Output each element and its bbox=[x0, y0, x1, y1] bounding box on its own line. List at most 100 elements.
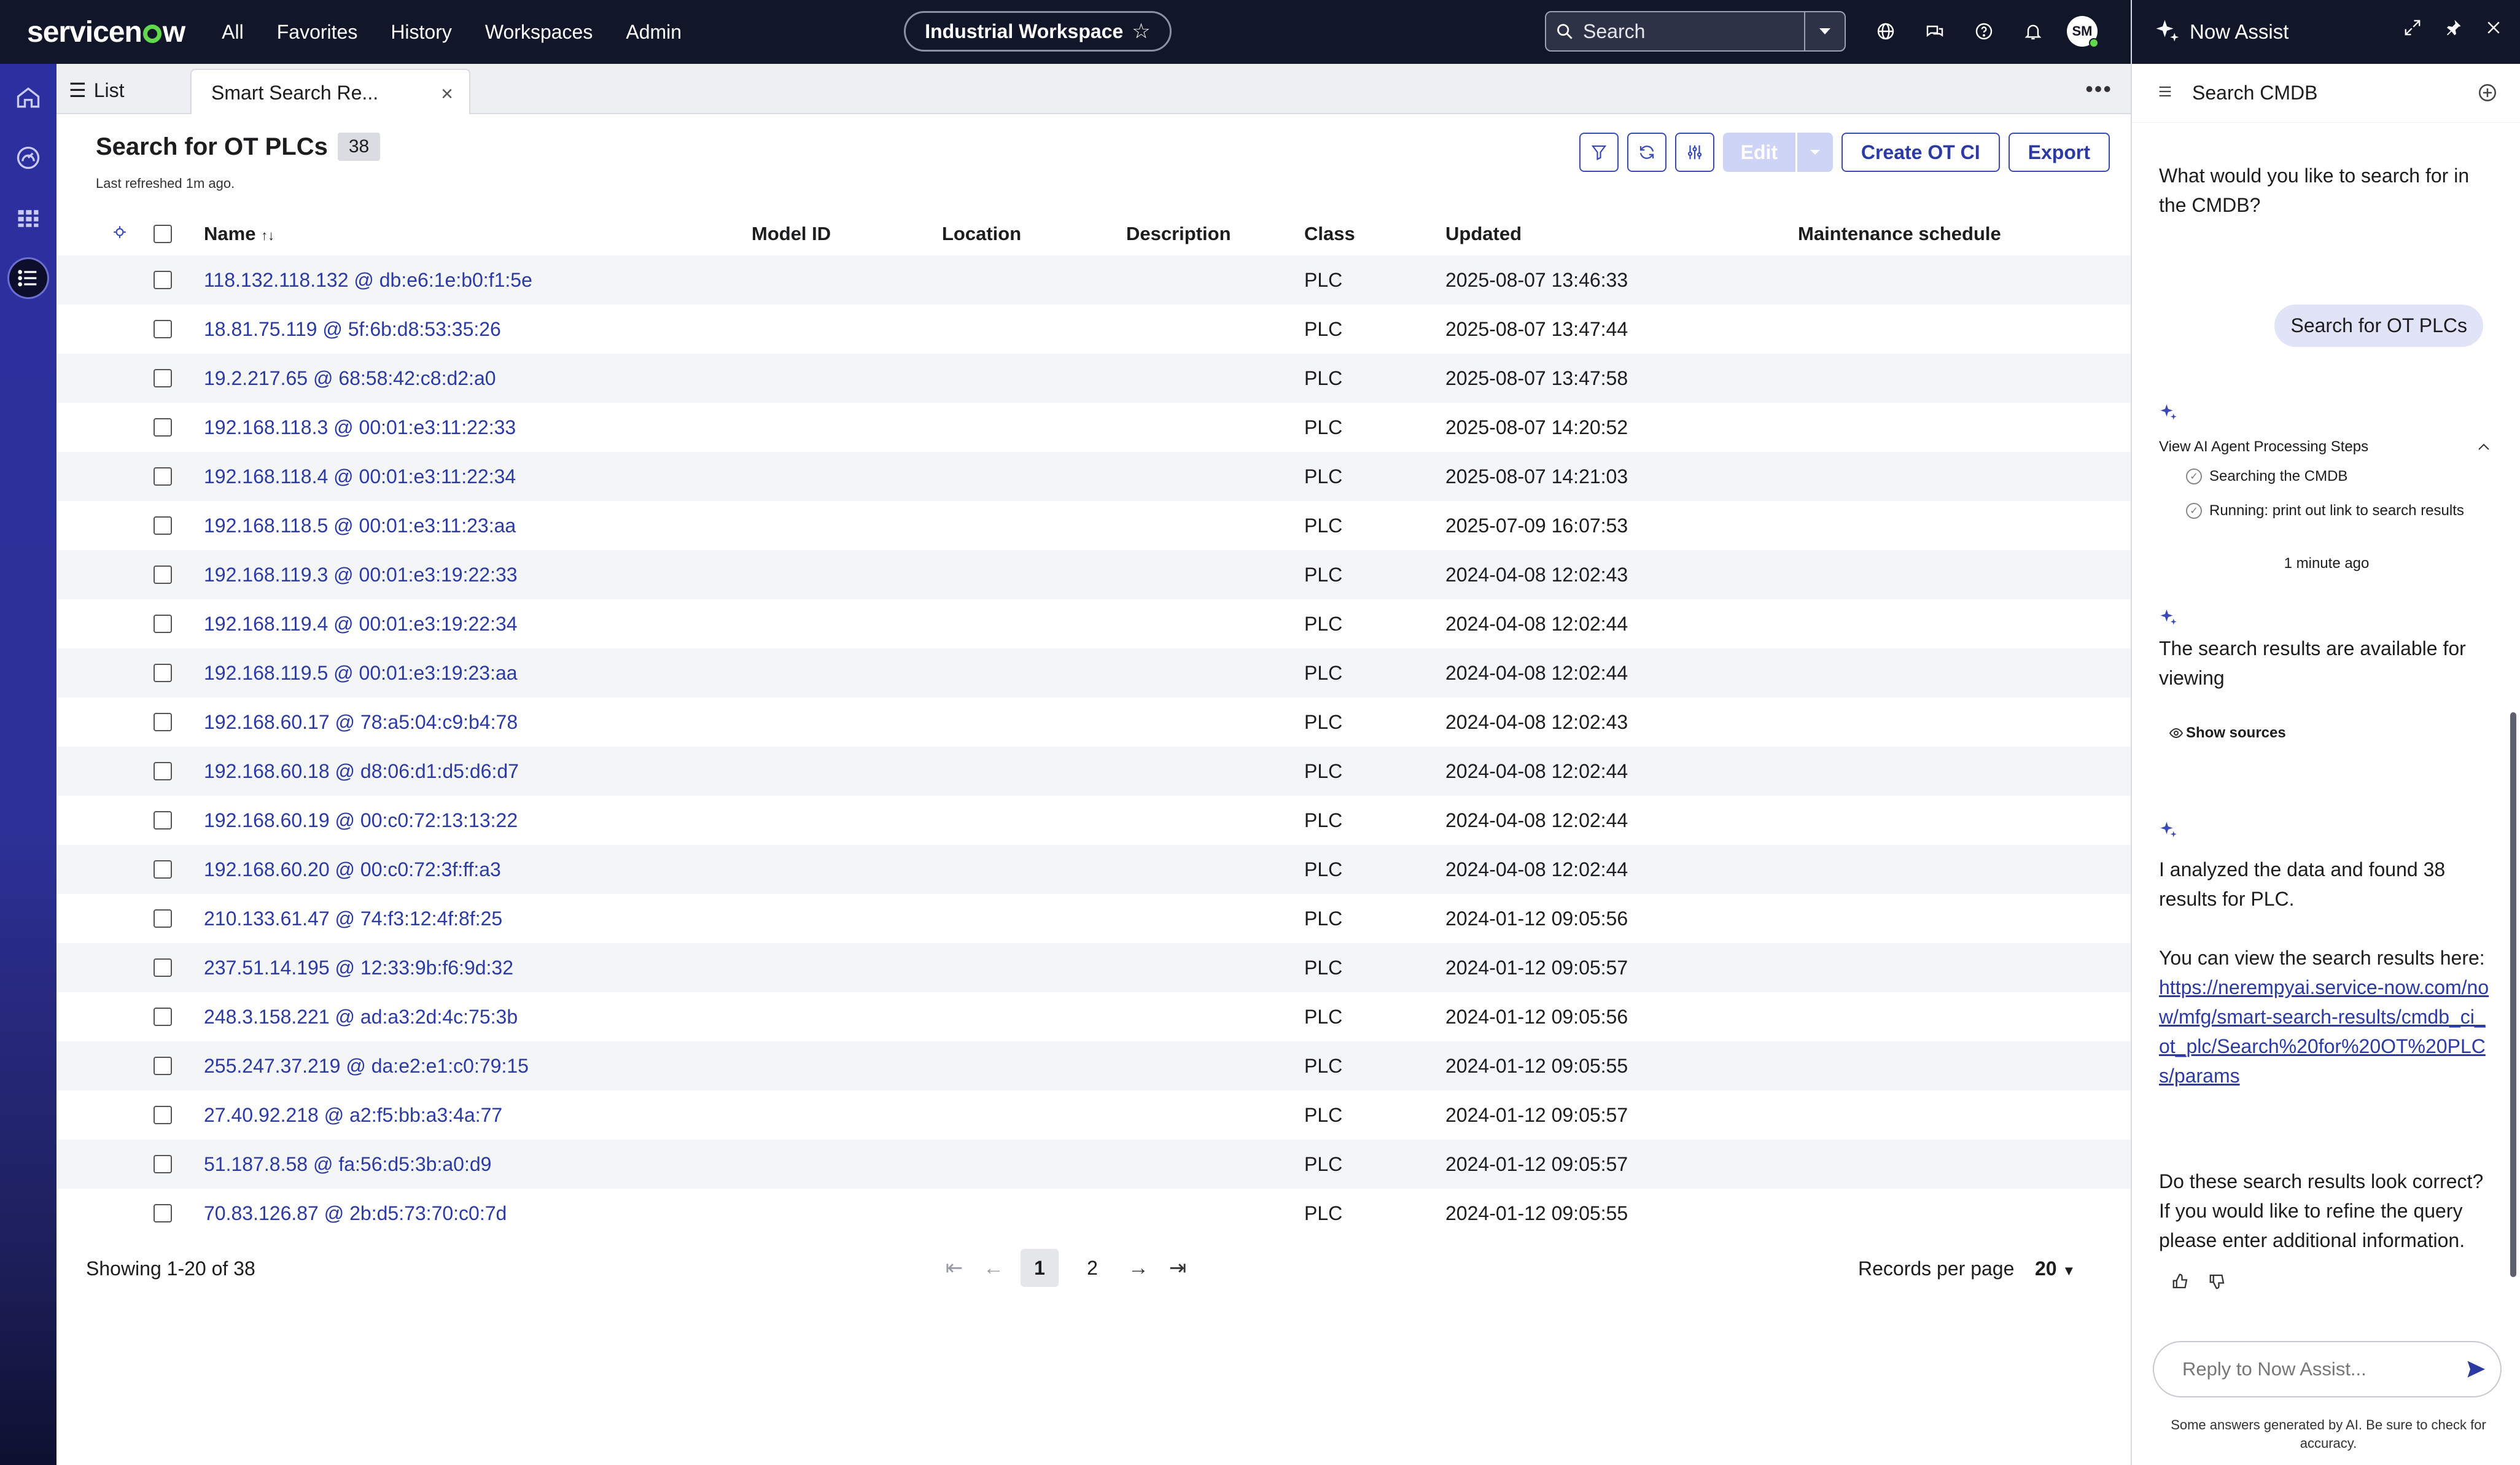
thumbs-down-icon[interactable] bbox=[2208, 1272, 2226, 1294]
row-name-link[interactable]: 19.2.217.65 @ 68:58:42:c8:d2:a0 bbox=[204, 367, 496, 390]
chevron-down-icon[interactable] bbox=[1797, 133, 1833, 172]
row-name-link[interactable]: 51.187.8.58 @ fa:56:d5:3b:a0:d9 bbox=[204, 1153, 491, 1176]
apps-grid-icon[interactable] bbox=[9, 199, 47, 237]
row-name-link[interactable]: 192.168.118.3 @ 00:01:e3:11:22:33 bbox=[204, 416, 516, 439]
row-name-link[interactable]: 27.40.92.218 @ a2:f5:bb:a3:4a:77 bbox=[204, 1104, 502, 1127]
search-input[interactable] bbox=[1583, 20, 1804, 43]
search-results-link[interactable]: https://nerempyai.service-now.com/now/mf… bbox=[2159, 976, 2489, 1087]
row-checkbox[interactable] bbox=[154, 1057, 172, 1075]
column-header-name[interactable]: Name ↑↓ bbox=[204, 223, 274, 245]
row-name-link[interactable]: 248.3.158.221 @ ad:a3:2d:4c:75:3b bbox=[204, 1006, 518, 1028]
row-checkbox[interactable] bbox=[154, 860, 172, 879]
nav-admin[interactable]: Admin bbox=[626, 21, 682, 44]
row-name-link[interactable]: 18.81.75.119 @ 5f:6b:d8:53:35:26 bbox=[204, 318, 501, 341]
row-checkbox[interactable] bbox=[154, 909, 172, 928]
create-ot-ci-button[interactable]: Create OT CI bbox=[1841, 133, 2000, 172]
bell-icon[interactable] bbox=[2018, 16, 2048, 47]
row-name-link[interactable]: 192.168.60.17 @ 78:a5:04:c9:b4:78 bbox=[204, 711, 518, 734]
nav-favorites[interactable]: Favorites bbox=[277, 21, 358, 44]
reply-input[interactable] bbox=[2182, 1358, 2452, 1380]
column-options-icon[interactable] bbox=[112, 223, 128, 245]
row-checkbox[interactable] bbox=[154, 1155, 172, 1173]
personalize-columns-button[interactable] bbox=[1674, 133, 1714, 172]
row-name-link[interactable]: 70.83.126.87 @ 2b:d5:73:70:c0:7d bbox=[204, 1202, 507, 1225]
row-name-link[interactable]: 237.51.14.195 @ 12:33:9b:f6:9d:32 bbox=[204, 957, 513, 979]
pin-icon[interactable] bbox=[2444, 18, 2462, 40]
assist-scrollbar[interactable] bbox=[2510, 712, 2516, 1277]
column-header-maintenance[interactable]: Maintenance schedule bbox=[1798, 223, 2001, 245]
row-name-link[interactable]: 255.247.37.219 @ da:e2:e1:c0:79:15 bbox=[204, 1055, 529, 1078]
thumbs-up-icon[interactable] bbox=[2171, 1272, 2190, 1294]
tab-smart-search-results[interactable]: Smart Search Re... × bbox=[190, 69, 470, 115]
next-page-icon[interactable]: → bbox=[1126, 1256, 1151, 1280]
filter-button[interactable] bbox=[1579, 133, 1619, 172]
row-checkbox[interactable] bbox=[154, 467, 172, 486]
nav-history[interactable]: History bbox=[391, 21, 452, 44]
user-avatar[interactable]: SM bbox=[2067, 16, 2099, 48]
processing-steps-toggle[interactable]: View AI Agent Processing Steps bbox=[2159, 438, 2503, 456]
column-header-location[interactable]: Location bbox=[942, 223, 1021, 245]
export-button[interactable]: Export bbox=[2008, 133, 2110, 172]
show-sources-button[interactable]: Show sources bbox=[2169, 725, 2286, 742]
row-name-link[interactable]: 192.168.119.4 @ 00:01:e3:19:22:34 bbox=[204, 613, 518, 635]
servicenow-logo[interactable]: servicen w bbox=[27, 15, 185, 49]
page-2-button[interactable]: 2 bbox=[1073, 1249, 1111, 1287]
prev-page-icon[interactable]: ← bbox=[981, 1256, 1006, 1280]
row-checkbox[interactable] bbox=[154, 811, 172, 830]
edit-split-button[interactable]: Edit bbox=[1722, 133, 1833, 172]
star-icon[interactable]: ☆ bbox=[1132, 19, 1150, 44]
column-header-class[interactable]: Class bbox=[1304, 223, 1355, 245]
row-name-link[interactable]: 192.168.119.3 @ 00:01:e3:19:22:33 bbox=[204, 564, 518, 586]
row-name-link[interactable]: 192.168.60.20 @ 00:c0:72:3f:ff:a3 bbox=[204, 858, 501, 881]
tab-list[interactable]: ☰ List bbox=[69, 79, 124, 102]
row-checkbox[interactable] bbox=[154, 418, 172, 437]
row-checkbox[interactable] bbox=[154, 958, 172, 977]
nav-workspaces[interactable]: Workspaces bbox=[485, 21, 593, 44]
refresh-button[interactable] bbox=[1627, 133, 1666, 172]
column-header-description[interactable]: Description bbox=[1126, 223, 1231, 245]
row-name-link[interactable]: 192.168.60.18 @ d8:06:d1:d5:d6:d7 bbox=[204, 760, 519, 783]
workspace-pill[interactable]: Industrial Workspace ☆ bbox=[904, 11, 1172, 52]
home-icon[interactable] bbox=[9, 79, 47, 117]
row-checkbox[interactable] bbox=[154, 1106, 172, 1124]
row-name-link[interactable]: 192.168.60.19 @ 00:c0:72:13:13:22 bbox=[204, 809, 518, 832]
new-conversation-icon[interactable] bbox=[2477, 82, 2498, 106]
dashboard-icon[interactable] bbox=[9, 139, 47, 177]
more-options-icon[interactable]: ••• bbox=[2085, 76, 2112, 102]
row-checkbox[interactable] bbox=[154, 713, 172, 731]
row-checkbox[interactable] bbox=[154, 1008, 172, 1026]
row-name-link[interactable]: 210.133.61.47 @ 74:f3:12:4f:8f:25 bbox=[204, 907, 502, 930]
row-checkbox[interactable] bbox=[154, 320, 172, 338]
close-icon[interactable]: × bbox=[441, 82, 453, 106]
row-name-link[interactable]: 192.168.118.5 @ 00:01:e3:11:23:aa bbox=[204, 515, 516, 537]
list-icon[interactable] bbox=[9, 259, 47, 297]
row-checkbox[interactable] bbox=[154, 664, 172, 682]
row-checkbox[interactable] bbox=[154, 516, 172, 535]
edit-button[interactable]: Edit bbox=[1722, 133, 1795, 172]
row-name-link[interactable]: 118.132.118.132 @ db:e6:1e:b0:f1:5e bbox=[204, 269, 532, 292]
row-checkbox[interactable] bbox=[154, 271, 172, 289]
row-checkbox[interactable] bbox=[154, 762, 172, 780]
send-icon[interactable] bbox=[2465, 1358, 2487, 1383]
column-header-updated[interactable]: Updated bbox=[1445, 223, 1522, 245]
conversation-menu-icon[interactable] bbox=[2156, 83, 2174, 103]
close-panel-icon[interactable] bbox=[2484, 18, 2503, 40]
help-icon[interactable] bbox=[1969, 16, 1999, 47]
row-name-link[interactable]: 192.168.118.4 @ 00:01:e3:11:22:34 bbox=[204, 465, 516, 488]
row-checkbox[interactable] bbox=[154, 369, 172, 387]
row-checkbox[interactable] bbox=[154, 565, 172, 584]
search-scope-dropdown[interactable] bbox=[1804, 12, 1845, 50]
nav-all[interactable]: All bbox=[222, 21, 244, 44]
select-all-checkbox[interactable] bbox=[154, 225, 172, 243]
row-checkbox[interactable] bbox=[154, 615, 172, 633]
page-1-button[interactable]: 1 bbox=[1021, 1249, 1059, 1287]
chat-icon[interactable] bbox=[1919, 16, 1950, 47]
first-page-icon[interactable]: ⇤ bbox=[942, 1256, 966, 1280]
globe-icon[interactable] bbox=[1870, 16, 1901, 47]
last-page-icon[interactable]: ⇥ bbox=[1165, 1256, 1190, 1280]
expand-icon[interactable] bbox=[2403, 18, 2422, 40]
row-checkbox[interactable] bbox=[154, 1204, 172, 1222]
row-name-link[interactable]: 192.168.119.5 @ 00:01:e3:19:23:aa bbox=[204, 662, 518, 685]
records-per-page-select[interactable]: 20 ▼ bbox=[2035, 1257, 2075, 1280]
column-header-model-id[interactable]: Model ID bbox=[752, 223, 831, 245]
